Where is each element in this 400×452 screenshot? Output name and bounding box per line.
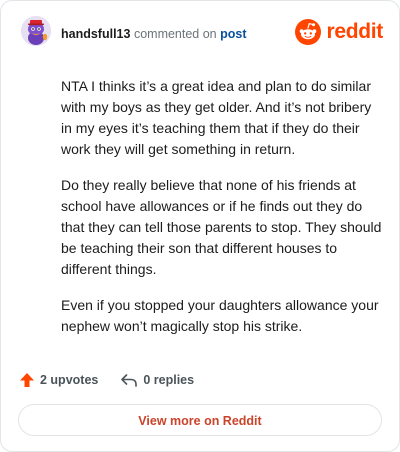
post-link[interactable]: post (220, 27, 246, 41)
comment-byline: handsfull13 commented on post (61, 26, 247, 42)
comment-paragraph: Even if you stopped your daughters allow… (61, 297, 379, 334)
upvote-count: 2 upvotes (40, 373, 99, 387)
reddit-logo[interactable]: reddit (295, 18, 383, 46)
snoo-avatar-icon (21, 16, 51, 46)
action-text: commented on (133, 27, 217, 41)
reddit-wordmark: reddit (326, 20, 383, 43)
comment-paragraph: NTA I thinks it’s a great idea and plan … (61, 78, 372, 157)
reddit-snoo-icon (295, 19, 322, 45)
comment-actions: 2 upvotes 0 replies (19, 369, 194, 391)
reply-button[interactable]: 0 replies (120, 372, 194, 388)
comment-paragraph: Do they really believe that none of his … (61, 177, 382, 277)
comment-header: handsfull13 commented on post reddit (21, 16, 383, 52)
view-more-on-reddit-button[interactable]: View more on Reddit (18, 404, 382, 436)
username-link[interactable]: handsfull13 (61, 27, 130, 41)
comment-embed-card: handsfull13 commented on post reddit NTA… (0, 0, 400, 452)
reply-arrow-icon (121, 374, 138, 387)
reply-count: 0 replies (143, 373, 195, 387)
comment-body: NTA I thinks it’s a great idea and plan … (61, 76, 383, 352)
upvote-button[interactable]: 2 upvotes (19, 372, 98, 388)
user-avatar[interactable] (21, 16, 51, 46)
upvote-arrow-icon (20, 373, 34, 387)
